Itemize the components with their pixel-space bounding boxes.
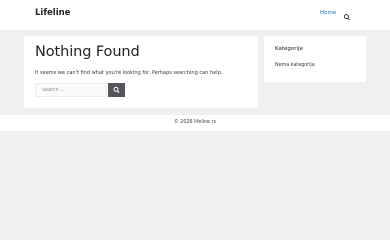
list-item: Nema kategorija bbox=[275, 63, 315, 68]
copyright-text: © 2026 lifeline.rs bbox=[173, 120, 216, 125]
not-found-message: It seems we can't find what you're looki… bbox=[35, 70, 223, 76]
nav-item-home[interactable]: Home bbox=[320, 10, 336, 16]
page-title: Nothing Found bbox=[35, 44, 140, 60]
site-header: Lifeline Home bbox=[0, 0, 390, 30]
sidebar-widget: Kategorije Nema kategorija bbox=[264, 36, 366, 82]
widget-title: Kategorije bbox=[275, 46, 303, 52]
search-button[interactable] bbox=[108, 83, 125, 97]
site-title[interactable]: Lifeline bbox=[35, 8, 70, 18]
search-input[interactable] bbox=[35, 83, 107, 97]
search-icon bbox=[113, 86, 120, 93]
site-footer: © 2026 lifeline.rs bbox=[0, 115, 390, 131]
main-content: Nothing Found It seems we can't find wha… bbox=[24, 36, 258, 108]
search-icon[interactable] bbox=[342, 8, 352, 21]
